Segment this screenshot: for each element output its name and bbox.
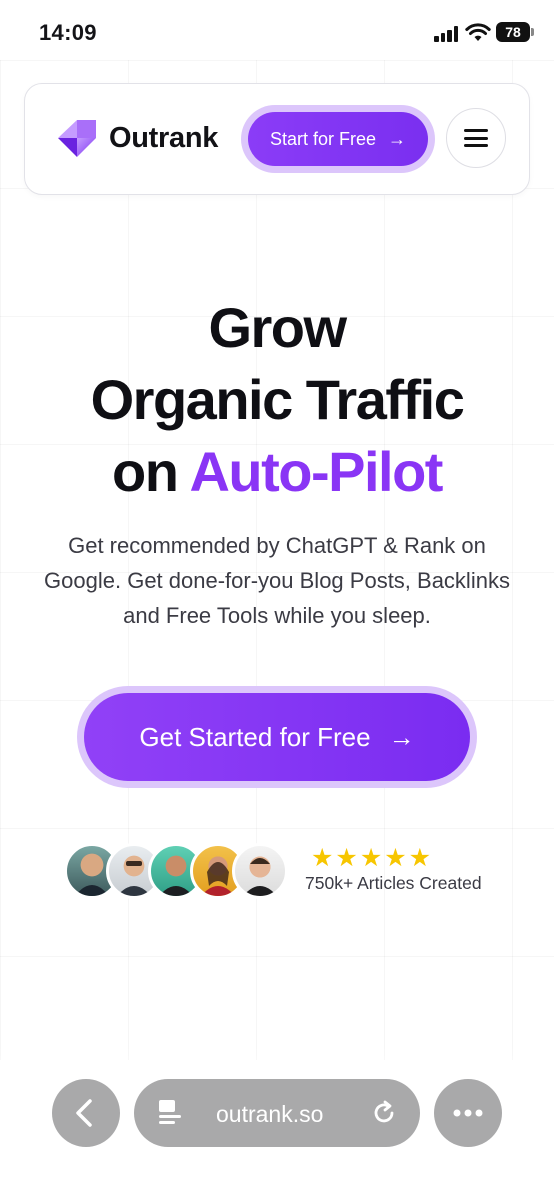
arrow-right-icon: →	[388, 721, 415, 752]
hero-title: Grow Organic Traffic on Auto-Pilot	[0, 292, 554, 508]
get-started-button-ring: Get Started for Free →	[77, 686, 477, 788]
cellular-signal-icon	[434, 26, 460, 42]
hero-title-line-3: on Auto-Pilot	[0, 436, 554, 508]
more-dots-icon	[453, 1109, 483, 1117]
hero-subtitle: Get recommended by ChatGPT & Rank on Goo…	[44, 533, 510, 628]
hero-title-line-2: Organic Traffic	[90, 368, 465, 431]
hamburger-menu-icon	[464, 129, 488, 132]
arrow-right-icon: →	[388, 128, 407, 149]
wifi-icon	[465, 23, 491, 41]
address-bar[interactable]: outrank.so	[134, 1079, 420, 1147]
url-text: outrank.so	[216, 1101, 324, 1127]
get-started-label: Get Started for Free	[139, 721, 371, 752]
menu-button[interactable]	[446, 108, 506, 168]
status-bar: 14:09 78	[0, 0, 554, 60]
outrank-logo-icon[interactable]	[57, 118, 97, 158]
start-for-free-button-ring: Start for Free →	[241, 105, 435, 173]
rating-stars-icon: ★★★★★	[311, 844, 434, 872]
hero-title-accent: Auto-Pilot	[189, 440, 443, 503]
site-header: Outrank Start for Free →	[24, 83, 530, 195]
articles-created-text: 750k+ Articles Created	[305, 873, 482, 893]
brand-name[interactable]: Outrank	[109, 122, 218, 155]
hero-title-line-1: Grow	[208, 296, 347, 359]
chevron-left-icon	[76, 1099, 92, 1127]
page-icon[interactable]	[156, 1097, 186, 1129]
avatar	[232, 843, 288, 899]
user-avatars	[64, 843, 288, 899]
back-button[interactable]	[52, 1079, 120, 1147]
battery-indicator: 78	[496, 22, 530, 42]
get-started-button[interactable]: Get Started for Free →	[84, 693, 470, 781]
hero-title-prefix: on	[112, 440, 179, 503]
battery-tip	[531, 28, 534, 36]
more-options-button[interactable]	[434, 1079, 502, 1147]
start-for-free-button[interactable]: Start for Free →	[248, 112, 428, 166]
reload-icon[interactable]	[370, 1099, 398, 1127]
status-time: 14:09	[39, 20, 97, 45]
start-for-free-label: Start for Free	[269, 128, 377, 149]
